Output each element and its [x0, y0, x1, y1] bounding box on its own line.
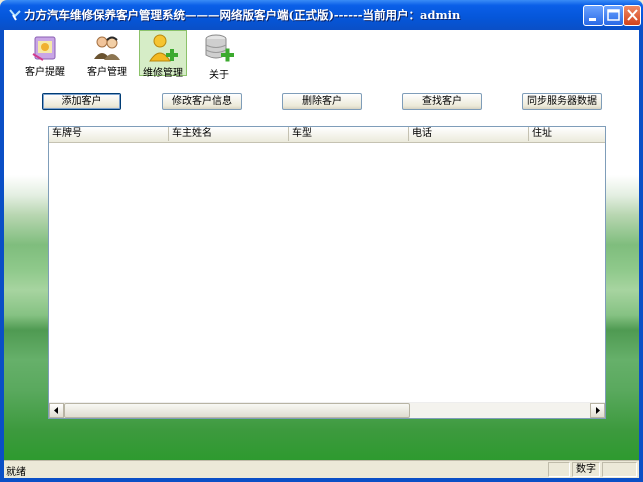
toolbar-repair-management[interactable]: 维修管理: [139, 30, 187, 79]
database-add-icon: [205, 34, 234, 62]
customer-list[interactable]: 车牌号 车主姓名 车型 电话 住址: [48, 126, 606, 419]
scroll-left-button[interactable]: [49, 403, 64, 418]
toolbar-label: 客户管理: [87, 67, 127, 78]
customers-icon: [94, 36, 120, 60]
status-pane-empty: [548, 462, 570, 477]
column-header-address[interactable]: 住址: [529, 127, 605, 141]
list-header: 车牌号 车主姓名 车型 电话 住址: [49, 127, 605, 143]
toolbar-label: 客户提醒: [25, 67, 65, 78]
arrow-right-icon: [596, 407, 600, 414]
toolbar-customer-reminder[interactable]: 客户提醒: [22, 30, 68, 78]
column-header-owner[interactable]: 车主姓名: [169, 127, 289, 141]
column-header-phone[interactable]: 电话: [409, 127, 529, 141]
status-text: 就绪: [6, 467, 26, 478]
scroll-right-button[interactable]: [590, 403, 605, 418]
toolbar-customer-management[interactable]: 客户管理: [84, 30, 130, 78]
status-num-indicator: 数字: [572, 462, 600, 477]
client-area: 客户提醒 客户管理 维修管理 关于 添加客户 修改客户信息 删除客户 查找客户 …: [4, 30, 639, 478]
horizontal-scrollbar[interactable]: [49, 402, 605, 418]
find-customer-button[interactable]: 查找客户: [402, 93, 482, 110]
maximize-icon: [607, 9, 620, 21]
add-user-icon: [149, 34, 178, 62]
close-button[interactable]: [623, 5, 641, 26]
column-header-model[interactable]: 车型: [289, 127, 409, 141]
edit-customer-button[interactable]: 修改客户信息: [162, 93, 242, 110]
toolbar-label: 关于: [209, 70, 229, 81]
close-icon: [627, 9, 638, 21]
toolbar-label: 维修管理: [143, 68, 183, 79]
status-bar: 就绪 数字: [4, 460, 639, 478]
window-frame-bottom: [0, 478, 643, 482]
app-icon: [9, 9, 21, 21]
scroll-thumb[interactable]: [64, 403, 410, 418]
minimize-icon: [589, 18, 596, 21]
reminder-icon: [32, 36, 56, 61]
delete-customer-button[interactable]: 删除客户: [282, 93, 362, 110]
toolbar: 客户提醒 客户管理 维修管理 关于: [4, 30, 639, 82]
title-bar[interactable]: 力方汽车维修保养客户管理系统———网络版客户端(正式版)------当前用户：a…: [0, 0, 643, 30]
add-customer-button[interactable]: 添加客户: [42, 93, 121, 110]
column-header-plate[interactable]: 车牌号: [49, 127, 169, 141]
status-pane-resize: [602, 462, 637, 477]
toolbar-about[interactable]: 关于: [196, 30, 242, 81]
arrow-left-icon: [54, 407, 58, 414]
window-frame-right: [639, 30, 643, 482]
window-title: 力方汽车维修保养客户管理系统———网络版客户端(正式版)------当前用户：a…: [24, 8, 461, 22]
minimize-button[interactable]: [583, 5, 604, 26]
maximize-button[interactable]: [603, 5, 624, 26]
sync-server-data-button[interactable]: 同步服务器数据: [522, 93, 602, 110]
